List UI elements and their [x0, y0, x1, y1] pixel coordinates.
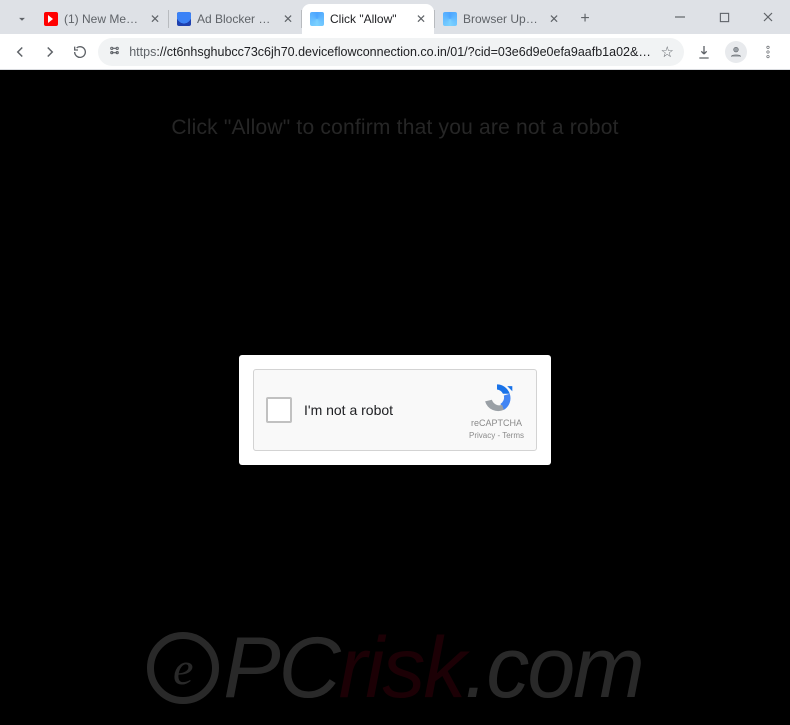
close-tab-button[interactable]: ✕: [150, 12, 160, 26]
watermark-text: PCrisk.com: [223, 625, 643, 711]
menu-button[interactable]: [754, 38, 782, 66]
close-tab-button[interactable]: ✕: [549, 12, 559, 26]
close-window-button[interactable]: [746, 0, 790, 34]
recaptcha-brand: reCAPTCHA Privacy - Terms: [469, 381, 524, 440]
recaptcha-icon: [480, 381, 514, 415]
close-tab-button[interactable]: ✕: [416, 12, 426, 26]
youtube-icon: [44, 12, 58, 26]
toolbar-right: [690, 38, 782, 66]
minimize-button[interactable]: [658, 0, 702, 34]
address-bar[interactable]: https://ct6nhsghubcc73c6jh70.deviceflowc…: [98, 38, 684, 66]
recaptcha-subtext: Privacy - Terms: [469, 431, 524, 440]
watermark-dotcom: .com: [464, 620, 642, 716]
tab-click-allow[interactable]: Click "Allow" ✕: [302, 4, 434, 34]
shield-icon: [177, 12, 191, 26]
url-text: https://ct6nhsghubcc73c6jh70.deviceflowc…: [129, 45, 652, 59]
recaptcha-checkbox[interactable]: [266, 397, 292, 423]
recaptcha-brand-text: reCAPTCHA: [471, 418, 522, 428]
reload-button[interactable]: [68, 38, 92, 66]
forward-button[interactable]: [38, 38, 62, 66]
tab-browser-update[interactable]: Browser Update ✕: [435, 4, 567, 34]
globe-icon: [310, 12, 324, 26]
tab-title: Click "Allow": [330, 12, 410, 26]
globe-icon: [443, 12, 457, 26]
downloads-button[interactable]: [690, 38, 718, 66]
url-protocol: https: [129, 45, 156, 59]
close-tab-button[interactable]: ✕: [283, 12, 293, 26]
recaptcha-inner: I'm not a robot reCAPTCHA Privacy - Term…: [253, 369, 537, 451]
tab-title: Browser Update: [463, 12, 543, 26]
recaptcha-label: I'm not a robot: [304, 402, 457, 418]
tab-title: (1) New Message!: [64, 12, 144, 26]
titlebar: (1) New Message! ✕ Ad Blocker Elite ✕ Cl…: [0, 0, 790, 34]
tab-search-button[interactable]: [8, 4, 36, 34]
watermark-risk: risk: [339, 620, 465, 716]
page-content: Click "Allow" to confirm that you are no…: [0, 70, 790, 725]
page-heading: Click "Allow" to confirm that you are no…: [0, 116, 790, 140]
new-tab-button[interactable]: +: [571, 5, 599, 33]
window-controls: [658, 0, 790, 34]
tab-new-message[interactable]: (1) New Message! ✕: [36, 4, 168, 34]
profile-button[interactable]: [722, 38, 750, 66]
maximize-button[interactable]: [702, 0, 746, 34]
tab-title: Ad Blocker Elite: [197, 12, 277, 26]
toolbar: https://ct6nhsghubcc73c6jh70.deviceflowc…: [0, 34, 790, 70]
site-info-icon[interactable]: [108, 44, 121, 60]
watermark: e PCrisk.com: [0, 625, 790, 711]
watermark-logo: e: [147, 632, 219, 704]
back-button[interactable]: [8, 38, 32, 66]
avatar-icon: [725, 41, 747, 63]
recaptcha-card: I'm not a robot reCAPTCHA Privacy - Term…: [239, 355, 551, 465]
bookmark-icon[interactable]: ☆: [661, 43, 674, 61]
url-rest: ://ct6nhsghubcc73c6jh70.deviceflowconnec…: [156, 45, 652, 59]
watermark-pc: PC: [223, 620, 338, 716]
tab-ad-blocker[interactable]: Ad Blocker Elite ✕: [169, 4, 301, 34]
